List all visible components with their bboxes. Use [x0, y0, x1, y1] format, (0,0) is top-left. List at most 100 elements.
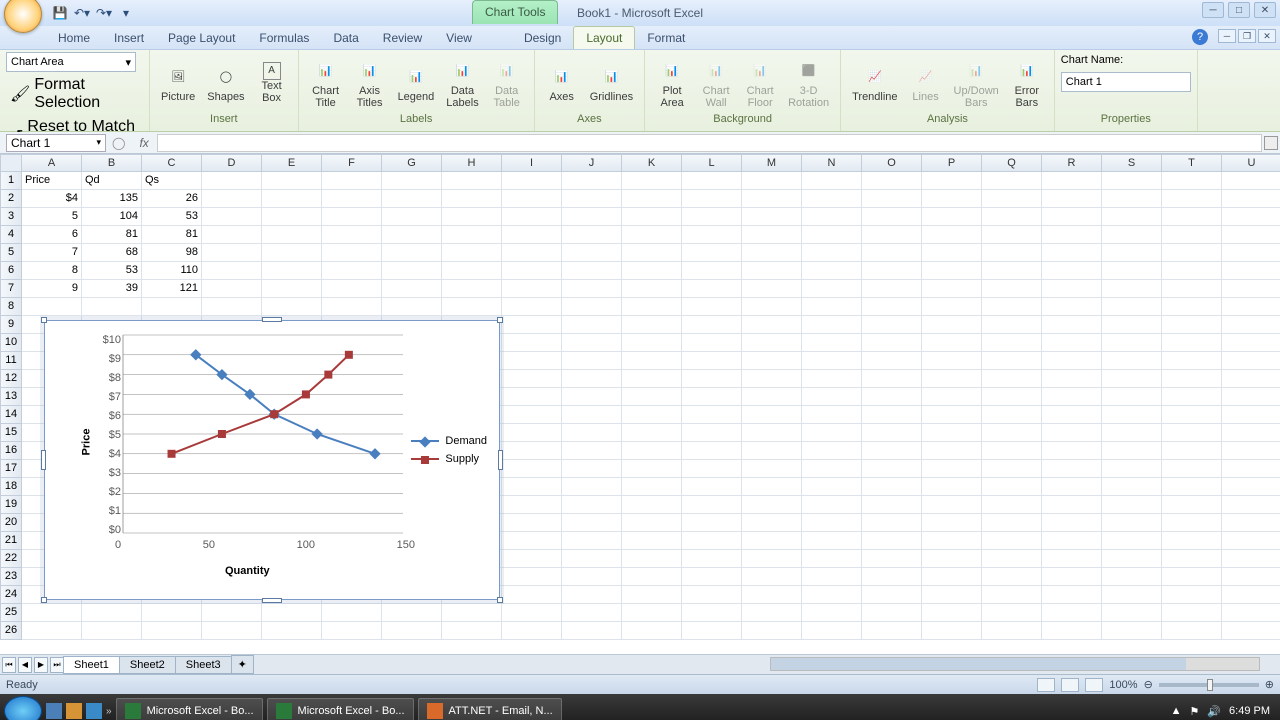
cell[interactable] [1162, 532, 1222, 550]
cell[interactable] [322, 604, 382, 622]
cell[interactable] [1102, 316, 1162, 334]
row-header[interactable]: 12 [0, 370, 22, 388]
cell[interactable] [262, 298, 322, 316]
cell[interactable] [922, 388, 982, 406]
column-header[interactable]: P [922, 154, 982, 172]
mdi-close[interactable]: ✕ [1258, 29, 1276, 43]
cell[interactable] [1042, 460, 1102, 478]
cell[interactable] [622, 550, 682, 568]
cell[interactable] [1102, 442, 1162, 460]
cell[interactable] [262, 190, 322, 208]
cell[interactable] [742, 262, 802, 280]
lines-button[interactable]: 📈Lines [905, 60, 947, 106]
cell[interactable]: 39 [82, 280, 142, 298]
cell[interactable] [682, 550, 742, 568]
chart-floor-button[interactable]: 📊Chart Floor [739, 54, 781, 112]
cell[interactable] [262, 280, 322, 298]
cell[interactable] [502, 244, 562, 262]
cell[interactable] [922, 208, 982, 226]
cell[interactable] [1222, 244, 1280, 262]
cell[interactable] [622, 496, 682, 514]
legend-button[interactable]: 📊Legend [393, 60, 440, 106]
close-button[interactable]: ✕ [1254, 2, 1276, 18]
cell[interactable] [922, 334, 982, 352]
sheet-tab-1[interactable]: Sheet1 [63, 656, 120, 674]
row-header[interactable]: 15 [0, 424, 22, 442]
cell[interactable] [622, 604, 682, 622]
cell[interactable] [682, 442, 742, 460]
cell[interactable]: 98 [142, 244, 202, 262]
cell[interactable] [982, 550, 1042, 568]
cell[interactable] [802, 478, 862, 496]
tab-view[interactable]: View [434, 27, 484, 49]
cell[interactable] [1162, 388, 1222, 406]
textbox-button[interactable]: AText Box [252, 59, 292, 107]
fx-icon[interactable]: fx [139, 136, 148, 150]
row-header[interactable]: 3 [0, 208, 22, 226]
cell[interactable] [502, 532, 562, 550]
cell[interactable] [1222, 424, 1280, 442]
cell[interactable] [622, 208, 682, 226]
cell[interactable] [1102, 532, 1162, 550]
cell[interactable] [1222, 604, 1280, 622]
cell[interactable]: 5 [22, 208, 82, 226]
cell[interactable] [1102, 514, 1162, 532]
cell[interactable] [862, 460, 922, 478]
cell[interactable] [622, 172, 682, 190]
column-header[interactable]: J [562, 154, 622, 172]
sheet-nav-next[interactable]: ▶ [34, 657, 48, 673]
cell[interactable] [1042, 370, 1102, 388]
start-button[interactable] [4, 696, 42, 720]
cell[interactable] [862, 172, 922, 190]
cell[interactable] [1222, 514, 1280, 532]
cell[interactable] [502, 316, 562, 334]
column-header[interactable]: C [142, 154, 202, 172]
cell[interactable] [802, 352, 862, 370]
taskbar-item-browser[interactable]: ATT.NET - Email, N... [418, 698, 562, 720]
cell[interactable]: 53 [142, 208, 202, 226]
cell[interactable] [982, 280, 1042, 298]
cell[interactable] [382, 190, 442, 208]
cell[interactable] [802, 280, 862, 298]
help-icon[interactable]: ? [1192, 29, 1208, 45]
cell[interactable] [1222, 226, 1280, 244]
name-box[interactable]: Chart 1▾ [6, 134, 106, 152]
cell[interactable] [322, 244, 382, 262]
resize-handle[interactable] [497, 317, 503, 323]
cell[interactable] [802, 172, 862, 190]
cell[interactable] [562, 604, 622, 622]
cell[interactable] [622, 244, 682, 262]
cell[interactable] [322, 622, 382, 640]
cell[interactable] [1162, 514, 1222, 532]
cell[interactable] [1042, 190, 1102, 208]
row-header[interactable]: 14 [0, 406, 22, 424]
cell[interactable] [682, 208, 742, 226]
cell[interactable] [1102, 622, 1162, 640]
cell[interactable] [1222, 352, 1280, 370]
cell[interactable] [682, 406, 742, 424]
cell[interactable] [862, 280, 922, 298]
tab-page-layout[interactable]: Page Layout [156, 27, 247, 49]
cell[interactable] [682, 226, 742, 244]
tab-layout[interactable]: Layout [573, 26, 635, 49]
cell[interactable] [922, 496, 982, 514]
plot-area-button[interactable]: 📊Plot Area [651, 54, 693, 112]
cell[interactable] [1162, 424, 1222, 442]
cell[interactable] [202, 208, 262, 226]
row-header[interactable]: 25 [0, 604, 22, 622]
column-header[interactable]: U [1222, 154, 1280, 172]
column-header[interactable]: T [1162, 154, 1222, 172]
column-header[interactable]: Q [982, 154, 1042, 172]
tab-design[interactable]: Design [512, 27, 573, 49]
cell[interactable] [982, 388, 1042, 406]
cell[interactable] [742, 172, 802, 190]
cell[interactable] [682, 586, 742, 604]
cell[interactable] [682, 352, 742, 370]
cell[interactable]: 110 [142, 262, 202, 280]
select-all-corner[interactable] [0, 154, 22, 172]
tray-clock[interactable]: 6:49 PM [1229, 705, 1270, 717]
row-header[interactable]: 18 [0, 478, 22, 496]
cell[interactable] [742, 496, 802, 514]
cell[interactable] [802, 262, 862, 280]
cell[interactable] [1042, 334, 1102, 352]
